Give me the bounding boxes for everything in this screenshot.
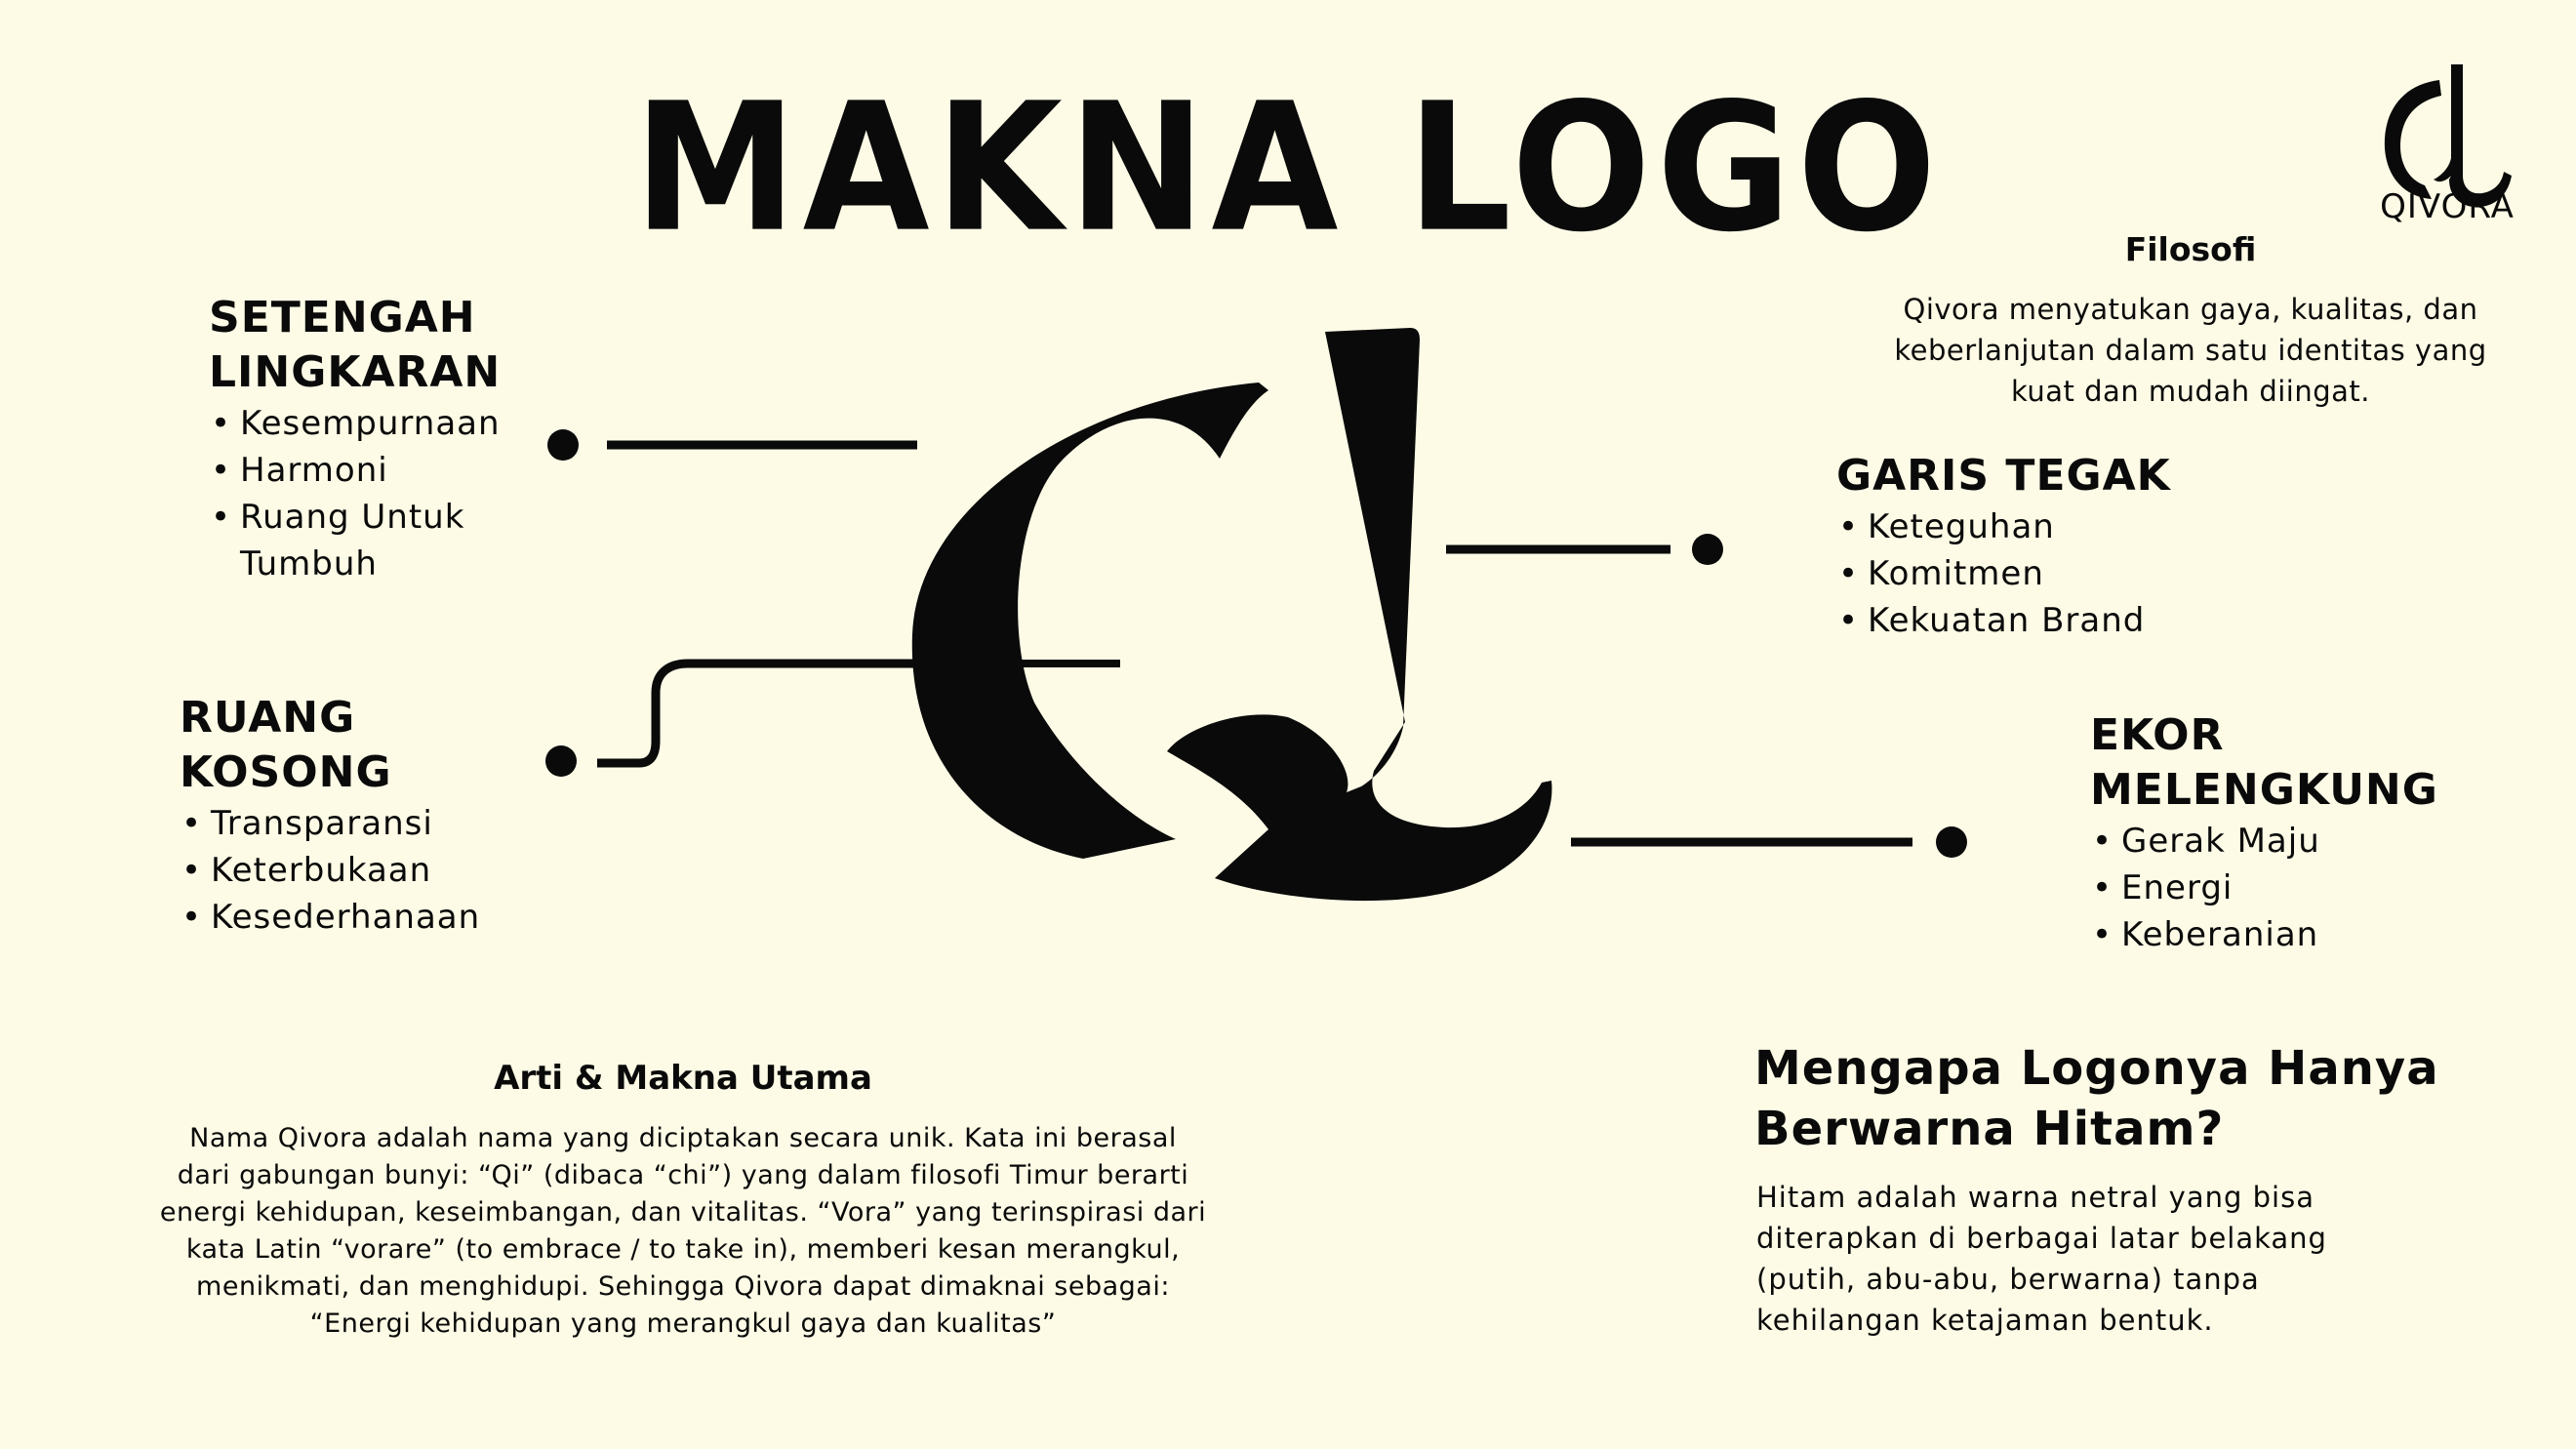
list-item: Transparansi <box>180 800 589 847</box>
points-list: Keteguhan Komitmen Kekuatan Brand <box>1836 503 2246 644</box>
heading-line: RUANG <box>180 693 356 743</box>
list-item: Kekuatan Brand <box>1836 597 2246 644</box>
text-line: kehilangan ketajaman bentuk. <box>1756 1304 2214 1337</box>
section-ekor-melengkung: EKOR MELENGKUNG Gerak Maju Energi Kebera… <box>2090 708 2500 958</box>
text-line: (putih, abu-abu, berwarna) tanpa <box>1756 1263 2260 1296</box>
heading-line: MELENGKUNG <box>2090 765 2438 815</box>
list-item: Gerak Maju <box>2090 818 2500 865</box>
list-item: Kesederhanaan <box>180 894 589 941</box>
list-item: Keterbukaan <box>180 847 589 894</box>
points-list: Kesempurnaan Harmoni Ruang Untuk Tumbuh <box>209 400 502 587</box>
filosofi-text: Qivora menyatukan gaya, kualitas, dan ke… <box>1894 293 2487 408</box>
text-line: energi kehidupan, keseimbangan, dan vita… <box>159 1197 1207 1228</box>
text-line: Hitam adalah warna netral yang bisa <box>1756 1181 2314 1214</box>
list-item: Kesempurnaan <box>209 400 502 447</box>
section-heading: SETENGAH LINGKARAN <box>209 291 580 400</box>
list-item: Keteguhan <box>1836 503 2246 550</box>
mengapa-heading: Mengapa Logonya Hanya Berwarna Hitam? <box>1754 1038 2496 1159</box>
filosofi-heading: Filosofi <box>2124 230 2257 268</box>
heading-line: Mengapa Logonya Hanya <box>1754 1041 2439 1096</box>
list-item: Harmoni <box>209 447 502 494</box>
heading-line: LINGKARAN <box>209 347 502 397</box>
list-item: Ruang Untuk Tumbuh <box>209 494 502 587</box>
text-line: kata Latin “vorare” (to embrace / to tak… <box>185 1234 1181 1265</box>
heading-line: EKOR <box>2090 710 2225 760</box>
arti-paragraph: Nama Qivora adalah nama yang diciptakan … <box>146 1120 1220 1343</box>
list-item: Komitmen <box>1836 550 2246 597</box>
heading-line: KOSONG <box>180 747 392 797</box>
section-garis-tegak: GARIS TEGAK Keteguhan Komitmen Kekuatan … <box>1836 449 2246 644</box>
heading-line: Berwarna Hitam? <box>1754 1102 2225 1156</box>
list-item: Energi <box>2090 865 2500 911</box>
list-item: Keberanian <box>2090 911 2500 958</box>
section-ruang-kosong: RUANG KOSONG Transparansi Keterbukaan Ke… <box>180 691 589 941</box>
logo-inner-bar <box>1005 660 1120 667</box>
heading-line: SETENGAH <box>209 293 476 342</box>
connector-dot-ekor <box>1936 826 1967 858</box>
section-heading: RUANG KOSONG <box>180 691 589 800</box>
arti-heading: Arti & Makna Utama <box>494 1059 872 1098</box>
points-list: Transparansi Keterbukaan Kesederhanaan <box>180 800 589 941</box>
text-line: diterapkan di berbagai latar belakang <box>1756 1222 2327 1255</box>
logo-semicircle-shape <box>911 382 1268 859</box>
points-list: Gerak Maju Energi Keberanian <box>2090 818 2500 958</box>
connector-dot-garis <box>1692 534 1723 565</box>
mengapa-paragraph: Hitam adalah warna netral yang bisa dite… <box>1756 1177 2498 1341</box>
text-line: dari gabungan bunyi: “Qi” (dibaca “chi”)… <box>177 1160 1189 1190</box>
section-heading: EKOR MELENGKUNG <box>2090 708 2500 818</box>
section-heading: GARIS TEGAK <box>1836 451 2171 501</box>
section-setengah-lingkaran: SETENGAH LINGKARAN Kesempurnaan Harmoni … <box>209 291 580 587</box>
text-line: “Energi kehidupan yang merangkul gaya da… <box>309 1308 1057 1339</box>
text-line: Nama Qivora adalah nama yang diciptakan … <box>189 1123 1177 1153</box>
text-line: menikmati, dan menghidupi. Sehingga Qivo… <box>196 1271 1170 1302</box>
